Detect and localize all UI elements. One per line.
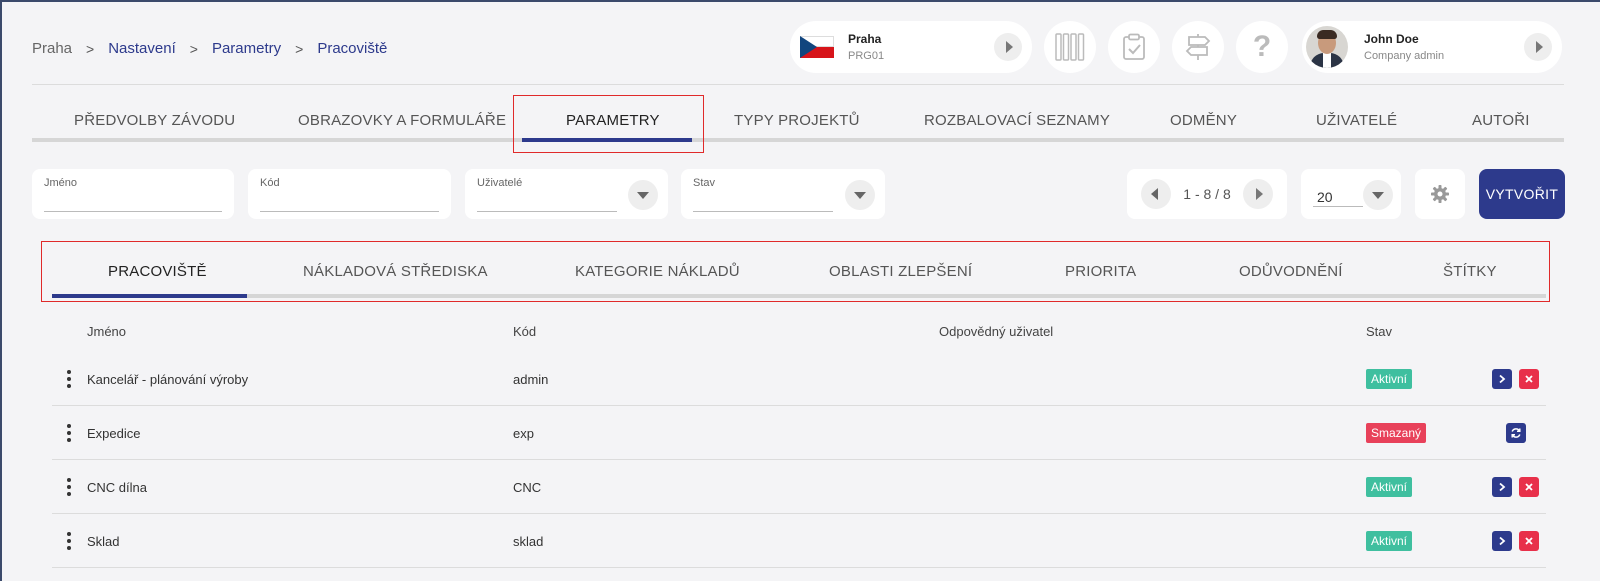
breadcrumb-item-nastaveni[interactable]: Nastavení <box>108 40 176 57</box>
dropdown-arrow-icon[interactable] <box>1363 180 1393 210</box>
open-button[interactable] <box>1492 531 1512 551</box>
column-header-code[interactable]: Kód <box>513 324 536 339</box>
row-code: sklad <box>513 534 544 549</box>
table-row[interactable]: Kancelář - plánování výroby admin Aktivn… <box>52 352 1546 406</box>
column-header-name[interactable]: Jméno <box>87 324 126 339</box>
tab-odmeny[interactable]: ODMĚNY <box>1170 112 1237 129</box>
row-code: exp <box>513 426 534 441</box>
signpost-button[interactable] <box>1172 21 1224 73</box>
users-filter[interactable]: Uživatelé <box>465 169 668 219</box>
chevron-right-icon: > <box>189 40 198 57</box>
question-mark-icon: ? <box>1252 30 1272 63</box>
open-button[interactable] <box>1492 369 1512 389</box>
dropdown-arrow-icon[interactable] <box>628 180 658 210</box>
delete-button[interactable] <box>1519 531 1539 551</box>
table-row[interactable]: Sklad sklad Aktivní <box>52 514 1546 568</box>
table-row[interactable]: Expedice exp Smazaný <box>52 406 1546 460</box>
clipboard-check-icon <box>1123 33 1145 60</box>
name-filter[interactable]: Jméno <box>32 169 234 219</box>
code-filter[interactable]: Kód <box>248 169 451 219</box>
breadcrumb-item-parametry[interactable]: Parametry <box>212 40 281 57</box>
row-name: CNC dílna <box>87 480 147 495</box>
breadcrumb-item-praha[interactable]: Praha <box>32 40 72 57</box>
avatar <box>1306 26 1348 68</box>
header-divider <box>32 84 1564 85</box>
more-vertical-icon[interactable] <box>66 370 72 388</box>
delete-button[interactable] <box>1519 369 1539 389</box>
chevron-right-icon <box>1499 374 1506 384</box>
status-badge: Smazaný <box>1366 423 1427 443</box>
highlight-box-main-tab <box>513 95 704 153</box>
help-button[interactable]: ? <box>1236 21 1288 73</box>
close-icon <box>1525 375 1533 383</box>
pagination: 1 - 8 / 8 <box>1127 169 1287 219</box>
breadcrumb: Praha > Nastavení > Parametry > Pracoviš… <box>32 40 387 57</box>
chevron-right-icon <box>1499 482 1506 492</box>
delete-button[interactable] <box>1519 477 1539 497</box>
tab-rozbalovaci-seznamy[interactable]: ROZBALOVACÍ SEZNAMY <box>924 112 1110 129</box>
tab-predvolby-zavodu[interactable]: PŘEDVOLBY ZÁVODU <box>74 112 235 129</box>
row-code: CNC <box>513 480 542 495</box>
page-range: 1 - 8 / 8 <box>1183 186 1231 202</box>
name-filter-label: Jméno <box>44 177 78 189</box>
settings-button[interactable] <box>1415 169 1465 219</box>
per-page-select[interactable]: 20 <box>1301 169 1401 219</box>
code-filter-label: Kód <box>260 177 280 189</box>
tasks-button[interactable] <box>1108 21 1160 73</box>
dropdown-arrow-icon[interactable] <box>845 180 875 210</box>
chevron-right-icon <box>1499 536 1506 546</box>
row-name: Kancelář - plánování výroby <box>87 372 249 387</box>
kanban-columns-icon <box>1055 33 1085 61</box>
play-arrow-icon[interactable] <box>1524 33 1552 61</box>
users-filter-label: Uživatelé <box>477 177 523 189</box>
row-code: admin <box>513 372 549 387</box>
tab-autori[interactable]: AUTOŘI <box>1472 112 1530 129</box>
prev-page-icon[interactable] <box>1141 179 1171 209</box>
kanban-board-button[interactable] <box>1044 21 1096 73</box>
location-selector[interactable]: Praha PRG01 <box>790 21 1032 73</box>
column-header-responsible[interactable]: Odpovědný uživatel <box>939 324 1053 339</box>
row-name: Expedice <box>87 426 141 441</box>
table-row[interactable]: CNC dílna CNC Aktivní <box>52 460 1546 514</box>
chevron-right-icon: > <box>86 40 95 57</box>
status-badge: Aktivní <box>1366 531 1413 551</box>
tab-uzivatele[interactable]: UŽIVATELÉ <box>1316 112 1397 129</box>
tab-obrazovky-a-formulare[interactable]: OBRAZOVKY A FORMULÁŘE <box>298 112 506 129</box>
more-vertical-icon[interactable] <box>66 424 72 442</box>
main-tabs: PŘEDVOLBY ZÁVODU OBRAZOVKY A FORMULÁŘE P… <box>32 98 1564 142</box>
per-page-value: 20 <box>1317 189 1333 205</box>
status-filter[interactable]: Stav <box>681 169 885 219</box>
status-filter-label: Stav <box>693 177 716 189</box>
next-page-icon[interactable] <box>1243 179 1273 209</box>
status-badge: Aktivní <box>1366 477 1413 497</box>
location-code: PRG01 <box>848 50 885 62</box>
user-role: Company admin <box>1364 50 1445 62</box>
restore-button[interactable] <box>1506 423 1526 443</box>
highlight-box-sub-tabs <box>41 241 1550 302</box>
column-header-status[interactable]: Stav <box>1366 324 1392 339</box>
refresh-icon <box>1511 428 1521 438</box>
chevron-right-icon: > <box>295 40 304 57</box>
more-vertical-icon[interactable] <box>66 532 72 550</box>
play-arrow-icon[interactable] <box>994 33 1022 61</box>
tab-typy-projektu[interactable]: TYPY PROJEKTŮ <box>734 112 860 129</box>
close-icon <box>1525 483 1533 491</box>
gear-icon <box>1431 185 1449 203</box>
breadcrumb-item-pracoviste: Pracoviště <box>317 40 388 57</box>
close-icon <box>1525 537 1533 545</box>
user-menu[interactable]: John Doe Company admin <box>1302 21 1562 73</box>
open-button[interactable] <box>1492 477 1512 497</box>
czech-flag-icon <box>800 36 834 58</box>
user-name: John Doe <box>1364 32 1419 46</box>
status-badge: Aktivní <box>1366 369 1413 389</box>
more-vertical-icon[interactable] <box>66 478 72 496</box>
row-name: Sklad <box>87 534 120 549</box>
signpost-icon <box>1185 34 1211 60</box>
location-name: Praha <box>848 32 882 46</box>
create-button[interactable]: VYTVOŘIT <box>1479 169 1565 219</box>
